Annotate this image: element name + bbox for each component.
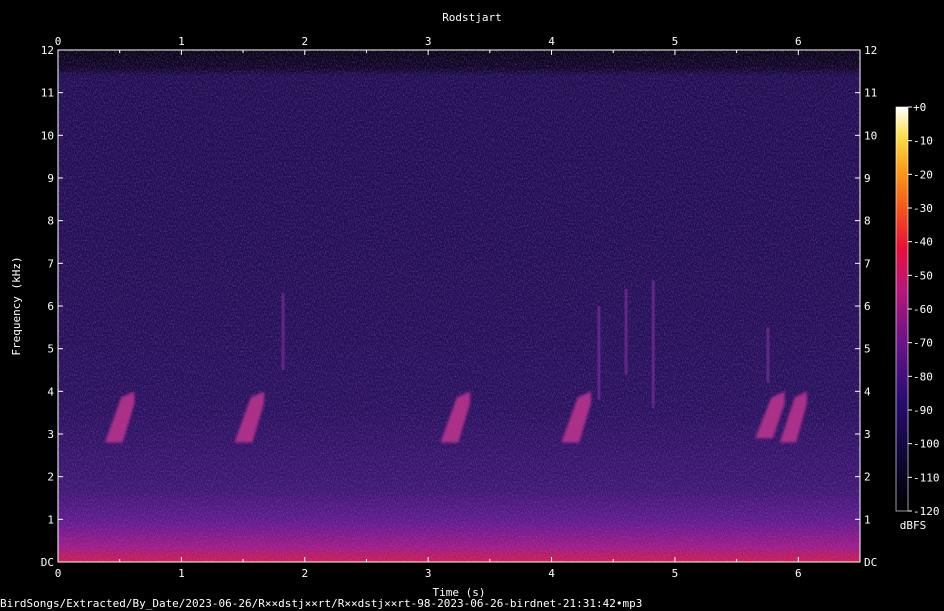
colorbar-tick-label: -30: [913, 202, 933, 215]
spectrogram-chart: Rodstjart 00112233445566DC DC1 12 23 34 45 56 6…: [0, 11, 940, 610]
colorbar-tick-label: -10: [913, 135, 933, 148]
y-tick-label-left: 7: [47, 257, 54, 270]
y-tick-label-left: DC: [41, 556, 54, 569]
x-tick-label-bottom: 2: [301, 567, 308, 580]
colorbar-tick-label: -70: [913, 337, 933, 350]
y-tick-label-left: 6: [47, 300, 54, 313]
x-tick-label-top: 2: [301, 35, 308, 48]
colorbar-tick-label: -40: [913, 236, 933, 249]
click-streak: [624, 288, 628, 375]
plot-area: [57, 49, 861, 563]
x-tick-label-bottom: 1: [178, 567, 185, 580]
colorbar-gradient: [895, 106, 909, 512]
colorbar-tick-label: -120: [913, 505, 940, 518]
y-tick-label-left: 1: [47, 513, 54, 526]
y-tick-label-left: 12: [41, 44, 54, 57]
click-streak: [651, 280, 655, 409]
y-tick-label-right: 5: [864, 343, 871, 356]
y-tick-label-left: 8: [47, 215, 54, 228]
colorbar-tick-label: -100: [913, 438, 940, 451]
colorbar-tick-label: -80: [913, 370, 933, 383]
file-path: BirdSongs/Extracted/By_Date/2023-06-26/R…: [0, 597, 642, 610]
y-tick-label-right: DC: [864, 556, 877, 569]
y-tick-label-right: 3: [864, 428, 871, 441]
y-tick-label-left: 2: [47, 471, 54, 484]
x-tick-label-top: 3: [425, 35, 432, 48]
y-tick-label-right: 11: [864, 87, 877, 100]
x-tick-label-bottom: 6: [795, 567, 802, 580]
y-tick-label-left: 9: [47, 172, 54, 185]
y-tick-label-right: 6: [864, 300, 871, 313]
x-tick-label-top: 5: [672, 35, 679, 48]
x-tick-label-top: 1: [178, 35, 185, 48]
colorbar-ticks: +0 -10 -20 -30 -40 -50 -60 -70 -80 -90 -100 -110 -12…: [908, 101, 940, 518]
x-tick-label-top: 6: [795, 35, 802, 48]
x-tick-label-bottom: 4: [548, 567, 555, 580]
colorbar-tick-label: -20: [913, 168, 933, 181]
y-tick-label-left: 4: [47, 385, 54, 398]
x-tick-label-top: 0: [55, 35, 62, 48]
x-tick-label-bottom: 3: [425, 567, 432, 580]
y-tick-label-right: 1: [864, 513, 871, 526]
click-streak: [766, 327, 770, 383]
y-tick-label-right: 12: [864, 44, 877, 57]
colorbar-tick-label: -60: [913, 303, 933, 316]
colorbar-tick-label: +0: [913, 101, 926, 114]
y-axis-label: Frequency (kHz): [10, 256, 23, 355]
colorbar-tick-label: -90: [913, 404, 933, 417]
y-tick-label-left: 5: [47, 343, 54, 356]
click-streak: [281, 293, 285, 370]
y-tick-label-left: 3: [47, 428, 54, 441]
colorbar-tick-label: -50: [913, 269, 933, 282]
y-tick-label-left: 10: [41, 129, 54, 142]
y-tick-label-left: 11: [41, 87, 54, 100]
y-tick-label-right: 9: [864, 172, 871, 185]
x-tick-label-bottom: 5: [672, 567, 679, 580]
click-streak: [597, 306, 601, 400]
colorbar: +0 -10 -20 -30 -40 -50 -60 -70 -80 -90 -100 -110 -12…: [895, 101, 940, 532]
spectrogram-noise-texture: [58, 50, 860, 562]
x-tick-label-top: 4: [548, 35, 555, 48]
y-tick-label-right: 4: [864, 385, 871, 398]
colorbar-label: dBFS: [900, 519, 927, 532]
chart-title: Rodstjart: [442, 11, 502, 24]
y-tick-label-right: 10: [864, 129, 877, 142]
y-tick-label-right: 7: [864, 257, 871, 270]
x-tick-label-bottom: 0: [55, 567, 62, 580]
y-tick-label-right: 2: [864, 471, 871, 484]
y-tick-label-right: 8: [864, 215, 871, 228]
colorbar-tick-label: -110: [913, 471, 940, 484]
